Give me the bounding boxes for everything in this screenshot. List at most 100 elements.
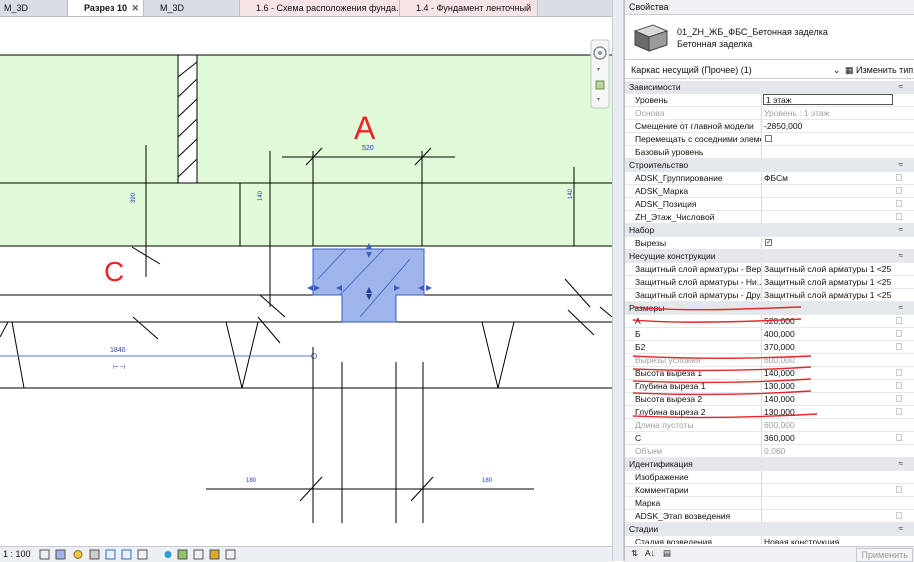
type-preview[interactable]: 01_ZH_ЖБ_ФБС_Бетонная заделка Бетонная з… — [625, 15, 914, 60]
property-value[interactable]: 140,000 — [764, 393, 894, 405]
property-value[interactable]: 360,000 — [764, 432, 894, 444]
apply-button[interactable]: Применить — [856, 548, 913, 562]
collapse-chevron-icon[interactable]: ≈ — [899, 458, 903, 470]
collapse-chevron-icon[interactable]: ≈ — [899, 81, 903, 93]
property-checkbox[interactable] — [765, 237, 772, 249]
property-row[interactable]: Защитный слой арматуры - Вер... Защитный … — [625, 263, 914, 276]
property-value[interactable]: Защитный слой арматуры 1 <25 ... — [764, 289, 894, 301]
associate-parameter-button[interactable] — [896, 382, 902, 389]
panel-splitter[interactable] — [612, 0, 624, 561]
navigation-bar[interactable]: ▾ ▾ — [590, 39, 610, 109]
associate-parameter-button[interactable] — [896, 213, 902, 220]
collapse-chevron-icon[interactable]: ≈ — [899, 302, 903, 314]
associate-parameter-button[interactable] — [896, 434, 902, 441]
annotation-letter-c: С — [104, 256, 124, 287]
column-divider — [761, 445, 762, 457]
property-value[interactable]: 520,000 — [764, 315, 894, 327]
sort-icon[interactable]: ⇅ — [631, 548, 638, 559]
chevron-down-icon[interactable]: ⌄ — [833, 62, 841, 78]
associate-parameter-button[interactable] — [896, 395, 902, 402]
property-value[interactable]: 370,000 — [764, 341, 894, 353]
view-scale[interactable]: 1 : 100 — [3, 549, 31, 559]
collapse-chevron-icon[interactable]: ≈ — [899, 523, 903, 535]
property-row[interactable]: Комментарии — [625, 484, 914, 497]
property-row[interactable]: Защитный слой арматуры - Дру... Защитный … — [625, 289, 914, 302]
property-value[interactable]: ФБСм — [764, 172, 894, 184]
associate-parameter-button[interactable] — [896, 187, 902, 194]
property-value[interactable]: Защитный слой арматуры 1 <25 ... — [764, 263, 894, 275]
property-value[interactable]: 130,000 — [764, 380, 894, 392]
property-row[interactable]: Вырезы — [625, 237, 914, 250]
property-row[interactable]: Марка — [625, 497, 914, 510]
property-group-header[interactable]: Идентификация ≈ — [625, 458, 914, 471]
property-checkbox[interactable] — [765, 135, 772, 142]
property-row[interactable]: ZH_Этаж_Числовой — [625, 211, 914, 224]
property-group-header[interactable]: Стадии ≈ — [625, 523, 914, 536]
associate-parameter-button[interactable] — [896, 486, 902, 493]
associate-parameter-button[interactable] — [896, 369, 902, 376]
property-row[interactable]: ADSK_Марка — [625, 185, 914, 198]
associate-parameter-button[interactable] — [896, 408, 902, 415]
selected-element[interactable] — [307, 243, 432, 323]
property-value[interactable]: -2850,000 — [764, 120, 894, 132]
tab-sheet-1-6[interactable]: 1.6 - Схема расположения фунда... — [240, 0, 400, 16]
column-divider — [761, 419, 762, 431]
property-group-header[interactable]: Несущие конструкции ≈ — [625, 250, 914, 263]
associate-parameter-button[interactable] — [896, 174, 902, 181]
property-row[interactable]: Глубина выреза 1 130,000 — [625, 380, 914, 393]
tab-section-10[interactable]: Разрез 10 ✕ — [68, 0, 144, 16]
property-row[interactable]: А 520,000 — [625, 315, 914, 328]
property-row[interactable]: Б2 370,000 — [625, 341, 914, 354]
tab-sheet-1-4[interactable]: 1.4 - Фундамент ленточный — [400, 0, 538, 16]
instance-selector-label[interactable]: Каркас несущий (Прочее) (1) — [631, 62, 752, 78]
property-value[interactable]: 400,000 — [764, 328, 894, 340]
edit-type-button[interactable]: ▦ Изменить тип — [845, 62, 913, 78]
property-group-header[interactable]: Набор ≈ — [625, 224, 914, 237]
property-row[interactable]: ADSK_Этап возведения — [625, 510, 914, 523]
collapse-chevron-icon[interactable]: ≈ — [899, 224, 903, 236]
associate-parameter-button[interactable] — [896, 512, 902, 519]
associate-parameter-button[interactable] — [896, 343, 902, 350]
property-row[interactable]: Б 400,000 — [625, 328, 914, 341]
property-row[interactable]: Высота выреза 2 140,000 — [625, 393, 914, 406]
tab-m3d-1[interactable]: M_3D — [0, 0, 68, 16]
property-value[interactable]: Новая конструкция — [764, 536, 894, 544]
property-value[interactable]: 130,000 — [764, 406, 894, 418]
dim-label-bottom-left: 180 — [246, 478, 257, 484]
property-group-header[interactable]: Строительство ≈ — [625, 159, 914, 172]
property-row[interactable]: Объем 0,060 — [625, 445, 914, 458]
collapse-chevron-icon[interactable]: ≈ — [899, 250, 903, 262]
associate-parameter-button[interactable] — [896, 317, 902, 324]
property-group-header[interactable]: Размеры ≈ — [625, 302, 914, 315]
property-row[interactable]: Длина пустоты 600,000 — [625, 419, 914, 432]
property-value[interactable]: 140,000 — [764, 367, 894, 379]
property-row[interactable]: Основа Уровень : 1 этаж — [625, 107, 914, 120]
property-row[interactable]: Защитный слой арматуры - Ни... Защитный с… — [625, 276, 914, 289]
property-row[interactable]: Высота выреза 1 140,000 — [625, 367, 914, 380]
drawing-canvas[interactable]: 520 390 140 140 1840 ⊢⊣ 180 180 А С ▾ ▾ — [0, 17, 612, 545]
property-row[interactable]: Базовый уровень — [625, 146, 914, 159]
property-name: ADSK_Этап возведения — [635, 511, 731, 521]
associate-parameter-button[interactable] — [896, 200, 902, 207]
property-value[interactable]: Защитный слой арматуры 1 <25 ... — [764, 276, 894, 288]
collapse-chevron-icon[interactable]: ≈ — [899, 159, 903, 171]
associate-parameter-button[interactable] — [896, 330, 902, 337]
property-row[interactable]: Глубина выреза 2 130,000 — [625, 406, 914, 419]
group-icon[interactable]: ▤ — [663, 548, 671, 559]
property-row[interactable]: Смещение от главной модели -2850,000 — [625, 120, 914, 133]
close-icon[interactable]: ✕ — [131, 0, 139, 16]
property-group-header[interactable]: Зависимости ≈ — [625, 81, 914, 94]
tab-m3d-2[interactable]: M_3D — [144, 0, 240, 16]
sort-alpha-icon[interactable]: A↓ — [645, 548, 655, 558]
property-input[interactable]: 1 этаж — [763, 94, 893, 105]
instance-selector[interactable]: Каркас несущий (Прочее) (1) ⌄ ▦ Изменить… — [625, 62, 914, 79]
property-row[interactable]: Изображение — [625, 471, 914, 484]
property-row[interactable]: ADSK_Группирование ФБСм — [625, 172, 914, 185]
property-row[interactable]: С 360,000 — [625, 432, 914, 445]
property-row[interactable]: ADSK_Позиция — [625, 198, 914, 211]
property-row[interactable]: Уровень 1 этаж — [625, 94, 914, 107]
property-row[interactable]: Вырезы условия 600,000 — [625, 354, 914, 367]
column-divider — [761, 146, 762, 158]
property-row[interactable]: Стадия возведения Новая конструкция — [625, 536, 914, 544]
property-row[interactable]: Перемещать с соседними элеме... — [625, 133, 914, 146]
